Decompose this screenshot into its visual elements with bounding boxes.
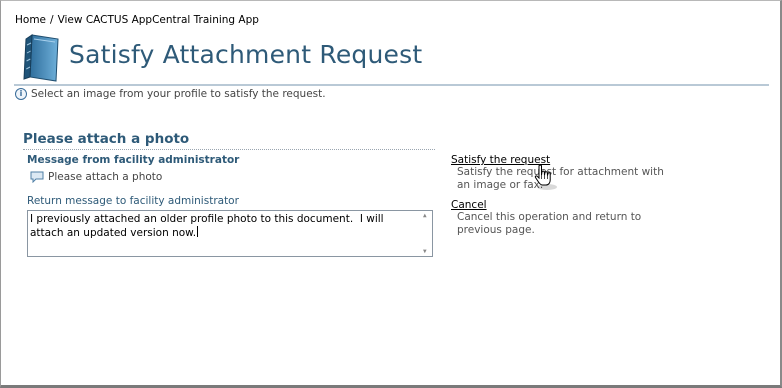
return-message-value: I previously attached an older profile p… [30, 213, 387, 239]
message-heading: Message from facility administrator [27, 154, 240, 166]
textarea-scrollbar[interactable]: ▲ ▼ [421, 212, 431, 255]
message-text: Please attach a photo [48, 171, 163, 183]
speech-bubble-icon [30, 171, 44, 183]
title-divider [14, 84, 769, 86]
section-divider [23, 149, 435, 150]
return-message-label: Return message to facility administrator [27, 195, 239, 207]
cancel-description: Cancel this operation and return to prev… [457, 211, 642, 236]
return-message-field[interactable]: I previously attached an older profile p… [27, 210, 433, 257]
scroll-down-arrow-icon[interactable]: ▼ [423, 248, 427, 255]
breadcrumb-current[interactable]: View CACTUS AppCentral Training App [58, 14, 259, 26]
book-icon [23, 34, 59, 82]
section-title: Please attach a photo [23, 131, 190, 147]
breadcrumb-separator: / [50, 14, 54, 26]
breadcrumb-home-link[interactable]: Home [15, 14, 46, 26]
hand-pointer-icon [534, 164, 557, 190]
info-icon: i [15, 88, 27, 100]
info-line: i Select an image from your profile to s… [15, 88, 326, 100]
page-title: Satisfy Attachment Request [69, 40, 423, 69]
text-caret [197, 226, 199, 237]
satisfy-request-description: Satisfy the request for attachment with … [457, 166, 664, 191]
breadcrumb: Home / View CACTUS AppCentral Training App [15, 14, 259, 26]
cancel-link[interactable]: Cancel [451, 199, 487, 211]
info-text: Select an image from your profile to sat… [31, 88, 326, 100]
scroll-up-arrow-icon[interactable]: ▲ [423, 212, 427, 219]
message-body: Please attach a photo [30, 171, 162, 183]
